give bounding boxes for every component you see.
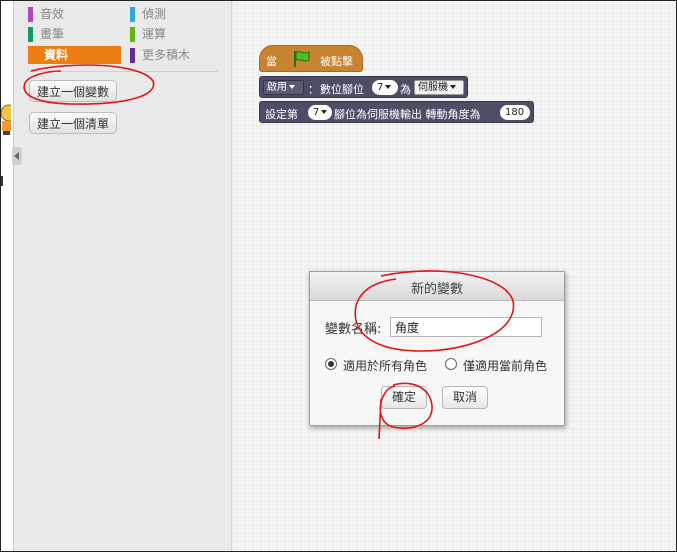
category-color-bar [130, 27, 135, 42]
variable-name-input[interactable] [390, 317, 542, 337]
colon-label: ： [308, 83, 319, 96]
chevron-down-icon [385, 85, 392, 89]
category-more-blocks[interactable]: 更多積木 [130, 46, 220, 64]
block-palette: 音效 偵測 畫筆 運算 資料 更多積木 建立一個變數 建立一個清單 [22, 1, 232, 551]
collapse-stage-icon[interactable] [12, 147, 22, 165]
category-pen[interactable]: 畫筆 [28, 25, 118, 43]
pin-value: 7 [313, 107, 320, 118]
mode-dropdown[interactable]: 啟用 [263, 80, 304, 95]
angle-input[interactable]: 180 [500, 105, 530, 120]
palette-divider [28, 71, 218, 72]
servo-output-label: 腳位為伺服機輸出 轉動角度為 [334, 108, 481, 121]
sprite-thumbnail[interactable] [1, 101, 11, 135]
mode-value: 啟用 [267, 82, 287, 93]
category-operators[interactable]: 運算 [130, 25, 220, 43]
category-color-bar [130, 48, 135, 63]
type-dropdown[interactable]: 伺服機 [414, 80, 464, 95]
category-label: 更多積木 [142, 48, 191, 62]
as-label: 為 [400, 83, 411, 96]
category-data[interactable]: 資料 [28, 46, 121, 64]
category-color-bar [130, 7, 135, 22]
cancel-button[interactable]: 取消 [442, 386, 489, 409]
category-color-bar [28, 27, 33, 42]
new-variable-dialog: 新的變數 變數名稱: 適用於所有角色 僅適用當前角色 確定 取消 [309, 271, 565, 426]
scratch-editor: 音效 偵測 畫筆 運算 資料 更多積木 建立一個變數 建立一個清單 當 被點擊 … [0, 0, 677, 552]
category-sound[interactable]: 音效 [28, 5, 118, 23]
servo-set-angle-block[interactable]: 設定第 7 腳位為伺服機輸出 轉動角度為 180 [259, 101, 534, 123]
green-flag-icon [294, 51, 310, 67]
servo-attach-block[interactable]: 啟用 ： 數位腳位 7 為 伺服機 [259, 76, 468, 98]
variable-name-label: 變數名稱: [325, 322, 382, 337]
this-sprite-only-radio[interactable] [445, 358, 457, 370]
chevron-down-icon [450, 85, 456, 89]
category-label: 畫筆 [40, 27, 65, 41]
category-label: 音效 [40, 7, 65, 21]
stage-panel-edge [1, 1, 14, 551]
category-label: 運算 [142, 27, 167, 41]
for-all-sprites-radio[interactable] [325, 358, 337, 370]
pin-dropdown[interactable]: 7 [308, 105, 332, 120]
stage-edge-marker [1, 176, 3, 186]
set-label: 設定第 [265, 108, 298, 121]
category-label: 偵測 [142, 7, 167, 21]
pin-dropdown[interactable]: 7 [372, 80, 398, 95]
ok-button[interactable]: 確定 [381, 386, 428, 409]
category-color-bar [28, 7, 33, 22]
make-variable-button[interactable]: 建立一個變數 [29, 80, 118, 102]
this-sprite-only-label[interactable]: 僅適用當前角色 [463, 357, 547, 374]
when-flag-clicked-block[interactable]: 當 被點擊 [259, 45, 363, 72]
chevron-down-icon [321, 110, 328, 114]
hat-clicked-label: 被點擊 [320, 55, 353, 68]
pin-label: 數位腳位 [320, 83, 364, 96]
for-all-sprites-label[interactable]: 適用於所有角色 [343, 357, 427, 374]
make-list-button[interactable]: 建立一個清單 [29, 112, 118, 134]
pin-value: 7 [377, 82, 384, 93]
dialog-title: 新的變數 [410, 282, 463, 297]
chevron-down-icon [289, 85, 295, 89]
category-label: 資料 [44, 48, 69, 62]
hat-when-label: 當 [266, 55, 277, 68]
dialog-title-bar[interactable]: 新的變數 [310, 272, 564, 301]
category-sensing[interactable]: 偵測 [130, 5, 220, 23]
type-value: 伺服機 [418, 82, 448, 93]
